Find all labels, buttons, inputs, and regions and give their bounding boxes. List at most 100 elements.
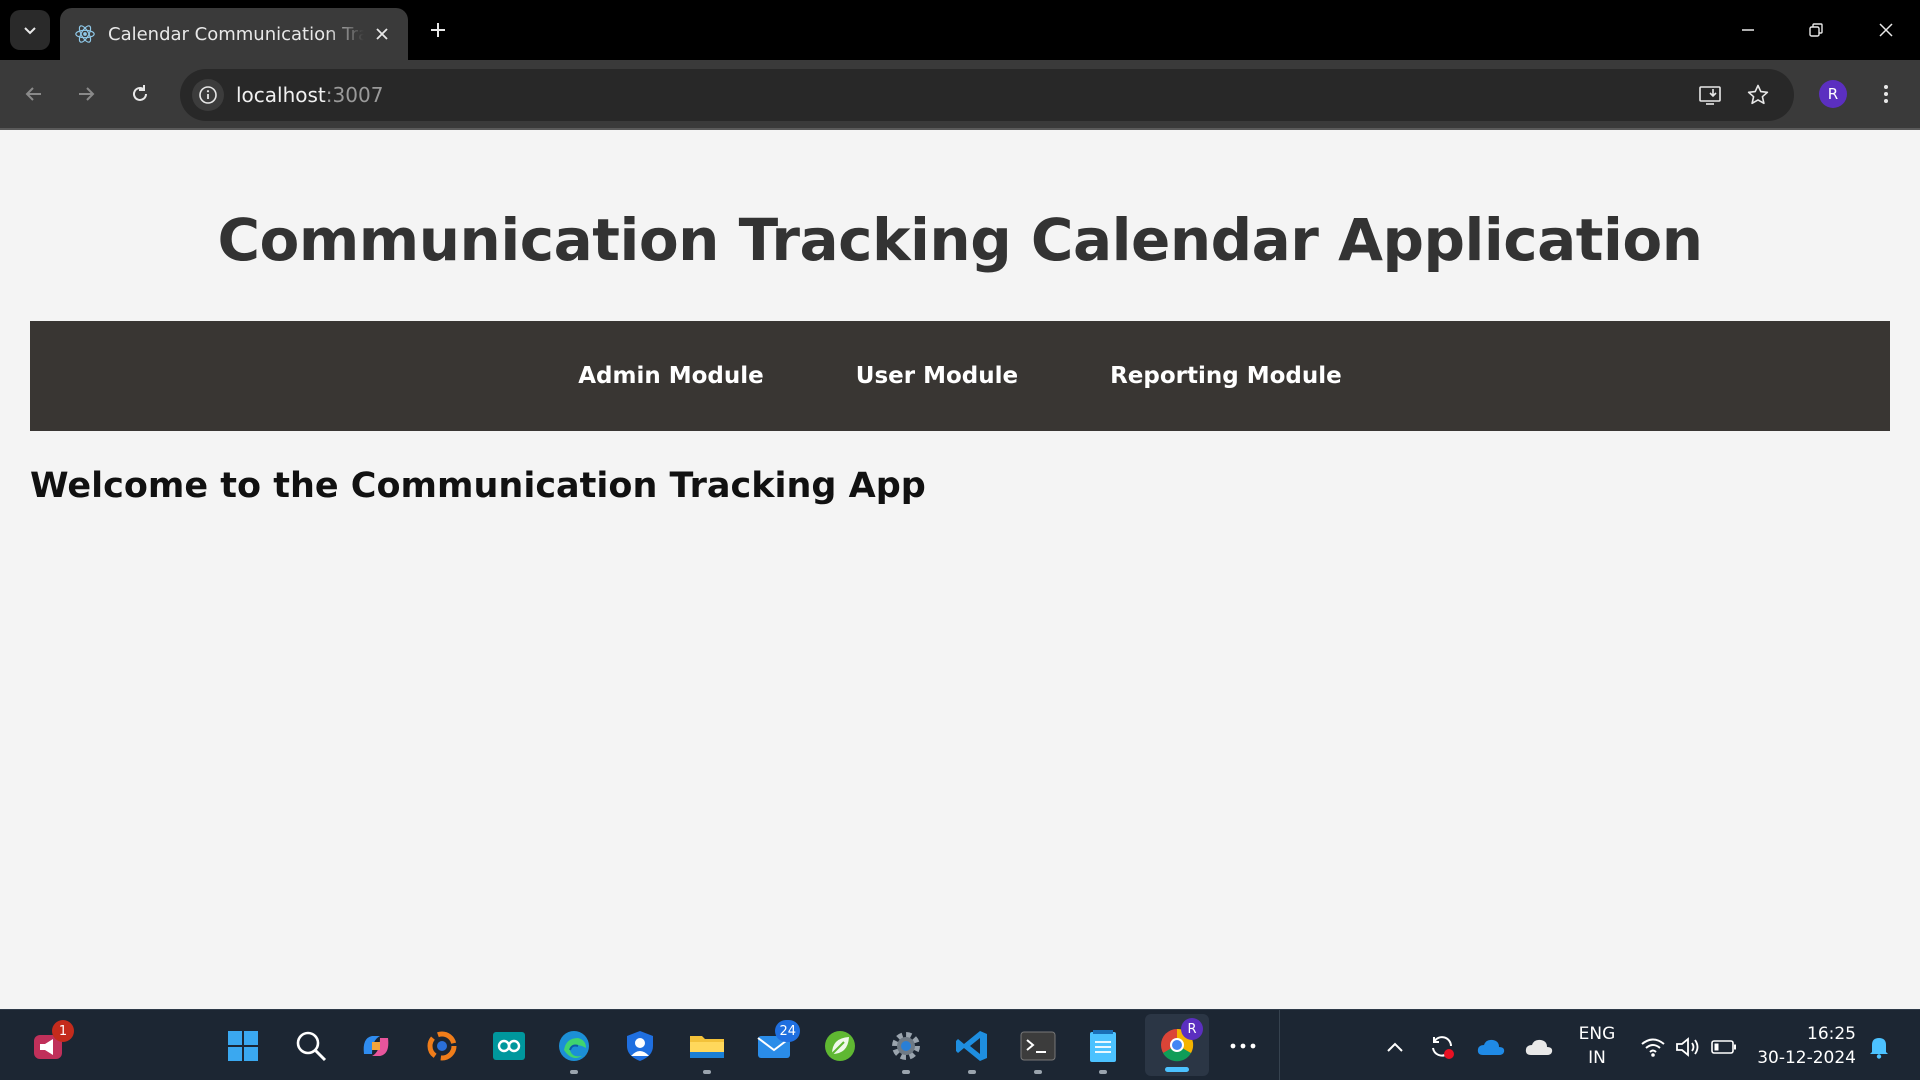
plus-icon (431, 23, 445, 37)
mail-unread-badge: 24 (775, 1020, 800, 1042)
sync-alert-icon (1432, 1036, 1454, 1059)
tab-close-button[interactable] (370, 22, 394, 46)
sync-ring-icon (427, 1031, 457, 1061)
install-app-button[interactable] (1694, 79, 1726, 111)
bookmark-button[interactable] (1742, 79, 1774, 111)
more-horizontal-icon (1230, 1043, 1256, 1049)
active-app-indicator (1165, 1067, 1189, 1072)
wifi-icon (1641, 1038, 1665, 1057)
running-indicator (570, 1070, 578, 1074)
restore-button[interactable] (1796, 10, 1836, 50)
clock-date: 30-12-2024 (1757, 1048, 1856, 1068)
taskbar-account-app[interactable] (618, 1024, 662, 1068)
copilot-icon (363, 1036, 389, 1056)
notification-center-button[interactable] (1864, 1032, 1894, 1062)
chevron-up-icon (1387, 1042, 1403, 1052)
taskbar-spring-tools[interactable] (818, 1024, 862, 1068)
taskbar-overflow-button[interactable] (1221, 1024, 1265, 1068)
taskbar-app-orange-ring[interactable] (420, 1024, 464, 1068)
tray-onedrive-personal[interactable] (1524, 1032, 1554, 1062)
minimize-button[interactable] (1728, 10, 1768, 50)
language-region: IN (1588, 1048, 1606, 1068)
forward-button[interactable] (68, 76, 104, 112)
back-button[interactable] (16, 76, 52, 112)
volume-icon (1676, 1037, 1699, 1057)
chevron-down-icon (24, 27, 36, 35)
nav-reporting-module[interactable]: Reporting Module (1110, 363, 1342, 389)
address-bar[interactable]: localhost:3007 (180, 69, 1794, 121)
minimize-icon (1742, 29, 1754, 31)
page-title: Communication Tracking Calendar Applicat… (217, 206, 1703, 274)
taskbar-arduino[interactable] (487, 1024, 531, 1068)
taskbar-separator (1279, 1010, 1280, 1080)
url-port: :3007 (325, 83, 384, 107)
nav-user-module[interactable]: User Module (856, 363, 1018, 389)
taskbar-copilot[interactable] (354, 1024, 398, 1068)
profile-avatar[interactable]: R (1819, 80, 1847, 108)
running-indicator (902, 1070, 910, 1074)
close-window-button[interactable] (1866, 10, 1906, 50)
tray-battery[interactable] (1709, 1032, 1739, 1062)
cloud-blue-icon (1477, 1039, 1505, 1055)
browser-toolbar: localhost:3007 R (0, 60, 1920, 128)
vscode-icon (956, 1031, 987, 1061)
folder-icon (690, 1036, 724, 1058)
running-indicator (1034, 1070, 1042, 1074)
cloud-white-icon (1525, 1039, 1553, 1055)
react-logo-icon (75, 25, 95, 43)
windows-taskbar: 1 24 R ENG IN 16:25 30-12-2024 (0, 1009, 1920, 1080)
url-text: localhost:3007 (236, 83, 383, 107)
url-host: localhost (236, 83, 326, 107)
notification-badge: 1 (52, 1020, 74, 1042)
taskbar-file-explorer[interactable] (685, 1024, 729, 1074)
tab-search-button[interactable] (10, 10, 50, 50)
browser-tab-strip: Calendar Communication Tracking (0, 0, 1920, 60)
close-icon (1879, 23, 1893, 37)
gear-icon (892, 1032, 920, 1060)
taskbar-terminal[interactable] (1016, 1024, 1060, 1074)
battery-icon (1711, 1040, 1736, 1054)
new-tab-button[interactable] (424, 16, 452, 44)
bell-icon (1870, 1038, 1888, 1059)
windows-logo-icon (228, 1031, 258, 1061)
taskbar-mail[interactable]: 24 (752, 1020, 800, 1068)
reload-button[interactable] (122, 76, 158, 112)
taskbar-vscode[interactable] (950, 1024, 994, 1074)
clock[interactable]: 16:25 30-12-2024 (1756, 1022, 1856, 1070)
taskbar-notepad[interactable] (1081, 1024, 1125, 1074)
arrow-left-icon (25, 87, 41, 101)
start-button[interactable] (221, 1024, 265, 1068)
edge-browser-icon (559, 1031, 589, 1061)
toolbar-divider (0, 128, 1920, 130)
more-vertical-icon (1884, 85, 1888, 103)
running-indicator (968, 1070, 976, 1074)
star-icon (1747, 84, 1769, 105)
input-language[interactable]: ENG IN (1572, 1022, 1622, 1070)
nav-admin-module[interactable]: Admin Module (578, 363, 764, 389)
taskbar-search-button[interactable] (289, 1024, 333, 1068)
clock-time: 16:25 (1807, 1024, 1856, 1044)
running-indicator (703, 1070, 711, 1074)
browser-tab[interactable]: Calendar Communication Tracking (60, 8, 408, 60)
notepad-icon (1090, 1030, 1116, 1062)
taskbar-chrome[interactable]: R (1145, 1014, 1209, 1076)
tray-wifi[interactable] (1638, 1032, 1668, 1062)
arduino-icon (493, 1032, 525, 1060)
taskbar-edge[interactable] (552, 1024, 596, 1074)
search-icon (296, 1031, 327, 1062)
running-indicator (1099, 1070, 1107, 1074)
welcome-heading: Welcome to the Communication Tracking Ap… (30, 466, 926, 506)
taskbar-settings[interactable] (884, 1024, 928, 1074)
tray-sync-app[interactable] (1427, 1032, 1457, 1062)
reload-icon (133, 85, 147, 101)
install-icon (1699, 86, 1721, 105)
tray-onedrive[interactable] (1476, 1032, 1506, 1062)
arrow-right-icon (79, 87, 95, 101)
restore-icon (1809, 23, 1823, 37)
tab-title: Calendar Communication Tracking (108, 23, 364, 45)
show-hidden-icons-button[interactable] (1380, 1032, 1410, 1062)
site-info-button[interactable] (192, 79, 224, 111)
taskbar-widget-app[interactable]: 1 (26, 1020, 74, 1068)
browser-menu-button[interactable] (1868, 76, 1904, 112)
tray-volume[interactable] (1673, 1032, 1703, 1062)
